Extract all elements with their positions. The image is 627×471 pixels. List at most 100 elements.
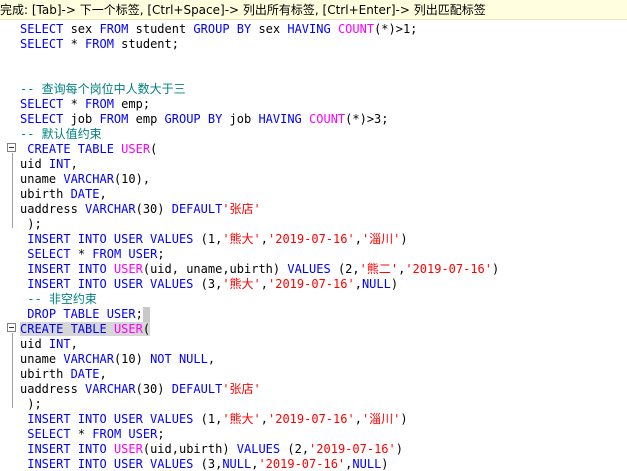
- code-text: *: [70, 247, 93, 261]
- code-text: ): [492, 262, 500, 276]
- string-literal: '熊大': [222, 232, 261, 246]
- code-line[interactable]: uaddress VARCHAR(30) DEFAULT'张店': [20, 202, 499, 217]
- code-line[interactable]: SELECT sex FROM student GROUP BY sex HAV…: [20, 22, 499, 37]
- fold-guide: [12, 153, 13, 228]
- code-text: ): [400, 412, 408, 426]
- string-literal: '熊大': [222, 412, 261, 426]
- function-name: COUNT: [309, 112, 346, 126]
- keyword: FROM USER: [92, 247, 158, 261]
- code-text: ,: [70, 157, 78, 171]
- string-literal: '2019-07-16': [268, 412, 355, 426]
- code-line[interactable]: -- 默认值约束: [20, 127, 499, 142]
- code-line[interactable]: INSERT INTO USER VALUES (3,NULL,'2019-07…: [20, 457, 499, 471]
- code-text: student;: [113, 37, 179, 51]
- function-name: COUNT: [337, 22, 375, 36]
- keyword: CREATE TABLE: [20, 322, 107, 336]
- keyword: SELECT: [27, 427, 71, 441]
- code-line[interactable]: [20, 67, 499, 82]
- code-line[interactable]: SELECT * FROM student;: [20, 37, 499, 52]
- function-name: USER: [113, 262, 143, 276]
- code-line[interactable]: DROP TABLE USER;: [20, 307, 499, 322]
- keyword: NULL: [222, 457, 252, 471]
- code-line[interactable]: ubirth DATE,: [20, 187, 499, 202]
- code-text: uname: [20, 172, 64, 186]
- keyword: INSERT INTO USER VALUES: [27, 232, 194, 246]
- keyword: VARCHAR: [85, 202, 136, 216]
- string-literal: '2019-07-16': [258, 457, 346, 471]
- function-name: USER: [121, 142, 151, 156]
- code-line[interactable]: uid INT,: [20, 157, 499, 172]
- comment: -- 查询每个岗位中人数大于三: [20, 82, 186, 96]
- keyword: INSERT INTO: [27, 262, 107, 276]
- code-line[interactable]: SELECT job FROM emp GROUP BY job HAVING …: [20, 112, 499, 127]
- code-line[interactable]: uaddress VARCHAR(30) DEFAULT'张店': [20, 382, 499, 397]
- string-literal: '张店': [222, 202, 261, 216]
- code-text: (uid, uname,ubirth): [142, 262, 288, 276]
- code-line[interactable]: [20, 52, 499, 67]
- code-text: ,: [260, 412, 268, 426]
- code-line[interactable]: -- 非空约束: [20, 292, 499, 307]
- fold-guide: [12, 333, 13, 408]
- code-line[interactable]: CREATE TABLE USER(: [20, 322, 499, 337]
- code-line[interactable]: SELECT * FROM emp;: [20, 97, 499, 112]
- code-line[interactable]: SELECT * FROM USER;: [20, 247, 499, 262]
- fold-icon[interactable]: [7, 323, 16, 332]
- code-text: *: [63, 37, 86, 51]
- code-text: ,: [70, 337, 78, 351]
- code-line[interactable]: INSERT INTO USER VALUES (3,'熊大','2019-07…: [20, 277, 499, 292]
- keyword: DEFAULT: [171, 382, 223, 396]
- keyword: VARCHAR: [85, 382, 136, 396]
- code-text: ,: [354, 232, 362, 246]
- code-line[interactable]: uname VARCHAR(10),: [20, 172, 499, 187]
- code-line[interactable]: SELECT * FROM USER;: [20, 427, 499, 442]
- code-line[interactable]: );: [20, 397, 499, 412]
- code-line[interactable]: INSERT INTO USER VALUES (1,'熊大','2019-07…: [20, 412, 499, 427]
- code-text: ,: [354, 277, 362, 291]
- keyword: DROP TABLE USER: [27, 307, 136, 321]
- fold-icon[interactable]: [7, 143, 16, 152]
- keyword: SELECT: [20, 22, 64, 36]
- code-line[interactable]: -- 查询每个岗位中人数大于三: [20, 82, 499, 97]
- code-line[interactable]: INSERT INTO USER(uid, uname,ubirth) VALU…: [20, 262, 499, 277]
- comment: -- 默认值约束: [20, 127, 102, 141]
- code-text: ,: [354, 412, 362, 426]
- code-text: (3,: [193, 457, 223, 471]
- sql-editor[interactable]: 完成: [Tab]-> 下一个标签, [Ctrl+Space]-> 列出所有标签…: [0, 0, 627, 471]
- code-line[interactable]: uname VARCHAR(10) NOT NULL,: [20, 352, 499, 367]
- text-caret: [142, 307, 150, 322]
- code-area[interactable]: SELECT sex FROM student GROUP BY sex HAV…: [20, 22, 499, 471]
- code-line[interactable]: ubirth DATE,: [20, 367, 499, 382]
- code-text: (*)>3;: [345, 112, 389, 126]
- string-literal: '熊二': [359, 262, 399, 276]
- code-text: ): [390, 277, 399, 291]
- code-text: (30): [135, 382, 172, 396]
- code-text: student: [128, 22, 194, 36]
- code-line[interactable]: INSERT INTO USER VALUES (1,'熊大','2019-07…: [20, 232, 499, 247]
- keyword: INT: [48, 337, 71, 351]
- code-text: uid: [20, 157, 49, 171]
- code-text: ubirth: [20, 187, 71, 201]
- code-line[interactable]: CREATE TABLE USER(: [20, 142, 499, 157]
- autocomplete-hint-bar: 完成: [Tab]-> 下一个标签, [Ctrl+Space]-> 列出所有标签…: [0, 0, 627, 20]
- code-text: (30): [135, 202, 172, 216]
- keyword: FROM USER: [92, 427, 158, 441]
- keyword: VARCHAR: [63, 352, 114, 366]
- keyword: INSERT INTO USER VALUES: [27, 412, 194, 426]
- string-literal: '2019-07-16': [268, 232, 355, 246]
- code-text: (2,: [330, 262, 360, 276]
- code-line[interactable]: uid INT,: [20, 337, 499, 352]
- comment: -- 非空约束: [27, 292, 97, 306]
- code-text: *: [70, 427, 93, 441]
- string-literal: '熊大': [222, 277, 261, 291]
- code-text: emp;: [113, 97, 151, 111]
- code-line[interactable]: );: [20, 217, 499, 232]
- keyword: DEFAULT: [171, 202, 223, 216]
- code-line[interactable]: INSERT INTO USER(uid,ubirth) VALUES (2,'…: [20, 442, 499, 457]
- string-literal: '淄川': [361, 412, 401, 426]
- code-text: ): [395, 442, 403, 456]
- keyword: INSERT INTO USER VALUES: [27, 277, 194, 291]
